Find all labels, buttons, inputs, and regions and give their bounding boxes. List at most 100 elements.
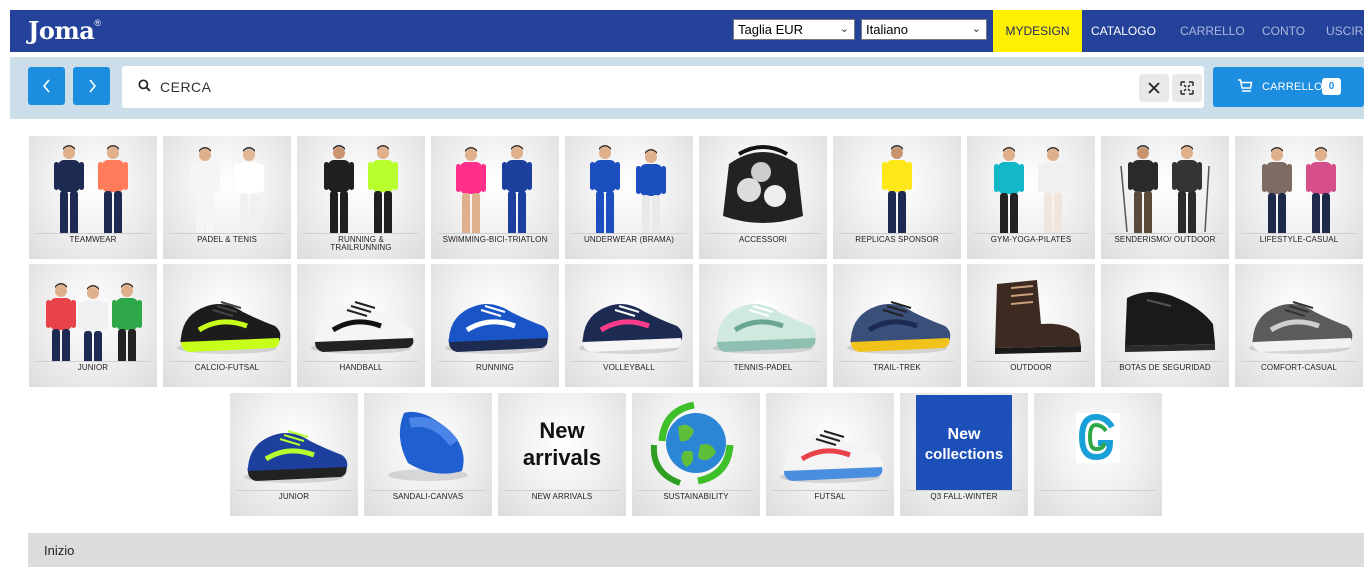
boot-safety-icon — [1125, 292, 1215, 352]
category-tile-sustainability[interactable]: SUSTAINABILITY — [632, 393, 760, 516]
new-collections-text-icon: New collections — [916, 395, 1012, 490]
boot-black-yellow-icon — [177, 301, 281, 354]
breadcrumb-home[interactable]: Inizio — [44, 543, 74, 558]
category-label: RUNNING & TRAILRUNNING — [330, 235, 392, 252]
category-tile-swimming-bici-triatlon[interactable]: SWIMMING-BICI-TRIATLON — [431, 136, 559, 259]
fullscreen-button[interactable] — [1172, 74, 1202, 102]
tile-divider — [169, 233, 285, 234]
tile-divider — [772, 490, 888, 491]
category-label: TRAIL-TREK — [873, 363, 921, 372]
category-tile-calcio-futsal[interactable]: CALCIO-FUTSAL — [163, 264, 291, 387]
nav-carrello[interactable]: CARRELLO — [1180, 10, 1245, 52]
nav-catalogo[interactable]: CATALOGO — [1091, 10, 1156, 52]
category-tile-senderismo-outdoor[interactable]: SENDERISMO/ OUTDOOR — [1101, 136, 1229, 259]
category-label: RUNNING — [475, 363, 515, 372]
back-button[interactable] — [28, 67, 65, 105]
two-runners-icon — [324, 145, 398, 233]
new-arrivals-text-icon: Newarrivals — [523, 418, 601, 470]
category-tile-volleyball[interactable]: VOLLEYBALL — [565, 264, 693, 387]
breadcrumb: Inizio — [28, 533, 1364, 567]
category-tile-gym-yoga-pilates[interactable]: GYM-YOGA-PILATES — [967, 136, 1095, 259]
clear-search-button[interactable] — [1139, 74, 1169, 102]
category-tile-trail-trek[interactable]: TRAIL-TREK — [833, 264, 961, 387]
category-tile-junior[interactable]: JUNIOR — [230, 393, 358, 516]
category-label: VOLLEYBALL — [603, 363, 655, 372]
shoe-blue-icon — [445, 301, 549, 354]
category-label: NEW ARRIVALS — [531, 492, 593, 501]
category-tile-underwear-brama[interactable]: UNDERWEAR (BRAMA) — [565, 136, 693, 259]
tile-divider — [1107, 361, 1223, 362]
close-icon — [1148, 82, 1160, 94]
category-tile-handball[interactable]: HANDBALL — [297, 264, 425, 387]
category-label: HANDBALL — [339, 363, 383, 372]
category-label: REPLICAS SPONSOR — [855, 235, 939, 244]
tile-divider — [1040, 490, 1156, 491]
search-input[interactable] — [160, 77, 1060, 97]
category-label: CALCIO-FUTSAL — [194, 363, 260, 372]
category-tile-new-arrivals[interactable]: New arrivals NEW ARRIVALS — [498, 393, 626, 516]
category-tile-outdoor[interactable]: OUTDOOR — [967, 264, 1095, 387]
cart-icon — [1238, 79, 1253, 92]
category-label: TEAMWEAR — [69, 235, 117, 244]
category-tile-lifestyle-casual[interactable]: LIFESTYLE-CASUAL — [1235, 136, 1363, 259]
tile-divider — [504, 490, 620, 491]
tile-divider — [571, 233, 687, 234]
tile-divider — [906, 490, 1022, 491]
category-label: Q3 FALL-WINTER — [930, 492, 998, 501]
two-hikers-icon — [1120, 145, 1210, 233]
category-label: SANDALI-CANVAS — [392, 492, 464, 501]
category-tile-running[interactable]: RUNNING — [431, 264, 559, 387]
cart-button[interactable]: CARRELLO 0 — [1213, 67, 1364, 107]
g-logo-icon — [1076, 413, 1120, 463]
forward-button[interactable] — [73, 67, 110, 105]
category-tile-accessori[interactable]: ACCESSORI — [699, 136, 827, 259]
tile-divider — [1241, 233, 1357, 234]
category-tile-padel-tenis[interactable]: PADEL & TENIS — [163, 136, 291, 259]
category-tile-comfort-casual[interactable]: COMFORT-CASUAL — [1235, 264, 1363, 387]
shoe-trail-icon — [847, 301, 951, 354]
tile-divider — [705, 233, 821, 234]
player-yellow-icon — [882, 145, 912, 233]
category-label: SWIMMING-BICI-TRIATLON — [442, 235, 548, 244]
boot-brown-icon — [995, 280, 1081, 354]
globe-recycle-icon — [650, 401, 734, 486]
two-players-icon — [190, 147, 264, 233]
shoe-grey-icon — [1249, 301, 1353, 354]
category-label: TENNIS-PADEL — [733, 363, 793, 372]
category-tile-g-logo[interactable] — [1034, 393, 1162, 516]
category-tile-replicas-sponsor[interactable]: REPLICAS SPONSOR — [833, 136, 961, 259]
size-select-value: Taglia EUR — [738, 22, 804, 37]
nav-uscire[interactable]: USCIRE — [1326, 10, 1364, 52]
search-box[interactable] — [122, 66, 1204, 108]
size-select[interactable]: Taglia EUR ⌄ — [733, 19, 855, 40]
category-tile-futsal[interactable]: FUTSAL — [766, 393, 894, 516]
chevron-down-icon: ⌄ — [971, 23, 981, 35]
tile-divider — [236, 490, 352, 491]
nav-mydesign[interactable]: MYDESIGN — [993, 10, 1082, 52]
category-tile-running-trailrunning[interactable]: RUNNING & TRAILRUNNING — [297, 136, 425, 259]
tile-divider — [839, 361, 955, 362]
category-tile-tennis-padel[interactable]: TENNIS-PADEL — [699, 264, 827, 387]
tile-divider — [705, 361, 821, 362]
cart-count-badge: 0 — [1322, 78, 1341, 95]
category-tile-teamwear[interactable]: TEAMWEAR — [29, 136, 157, 259]
category-label: ACCESSORI — [738, 235, 788, 244]
category-label: GYM-YOGA-PILATES — [990, 235, 1072, 244]
top-nav-bar: Joma® Taglia EUR ⌄ Italiano ⌄ MYDESIGN C… — [10, 10, 1364, 52]
chevron-right-icon — [88, 79, 96, 93]
two-swimmers-icon — [456, 145, 532, 233]
category-tile-q3-fall-winter[interactable]: New collections Q3 FALL-WINTER — [900, 393, 1028, 516]
tile-divider — [35, 233, 151, 234]
two-athletes-icon — [54, 145, 128, 233]
category-tile-sandali-canvas[interactable]: SANDALI-CANVAS — [364, 393, 492, 516]
language-select[interactable]: Italiano ⌄ — [861, 19, 987, 40]
nav-conto[interactable]: CONTO — [1262, 10, 1305, 52]
search-icon — [138, 79, 151, 92]
category-tile-junior[interactable]: JUNIOR — [29, 264, 157, 387]
ball-bag-icon — [723, 145, 803, 223]
chevron-left-icon — [42, 79, 50, 93]
svg-text:arrivals: arrivals — [523, 445, 601, 470]
tile-divider — [973, 361, 1089, 362]
brand-logo[interactable]: Joma® — [28, 16, 101, 45]
category-tile-botas-de-seguridad[interactable]: BOTAS DE SEGURIDAD — [1101, 264, 1229, 387]
